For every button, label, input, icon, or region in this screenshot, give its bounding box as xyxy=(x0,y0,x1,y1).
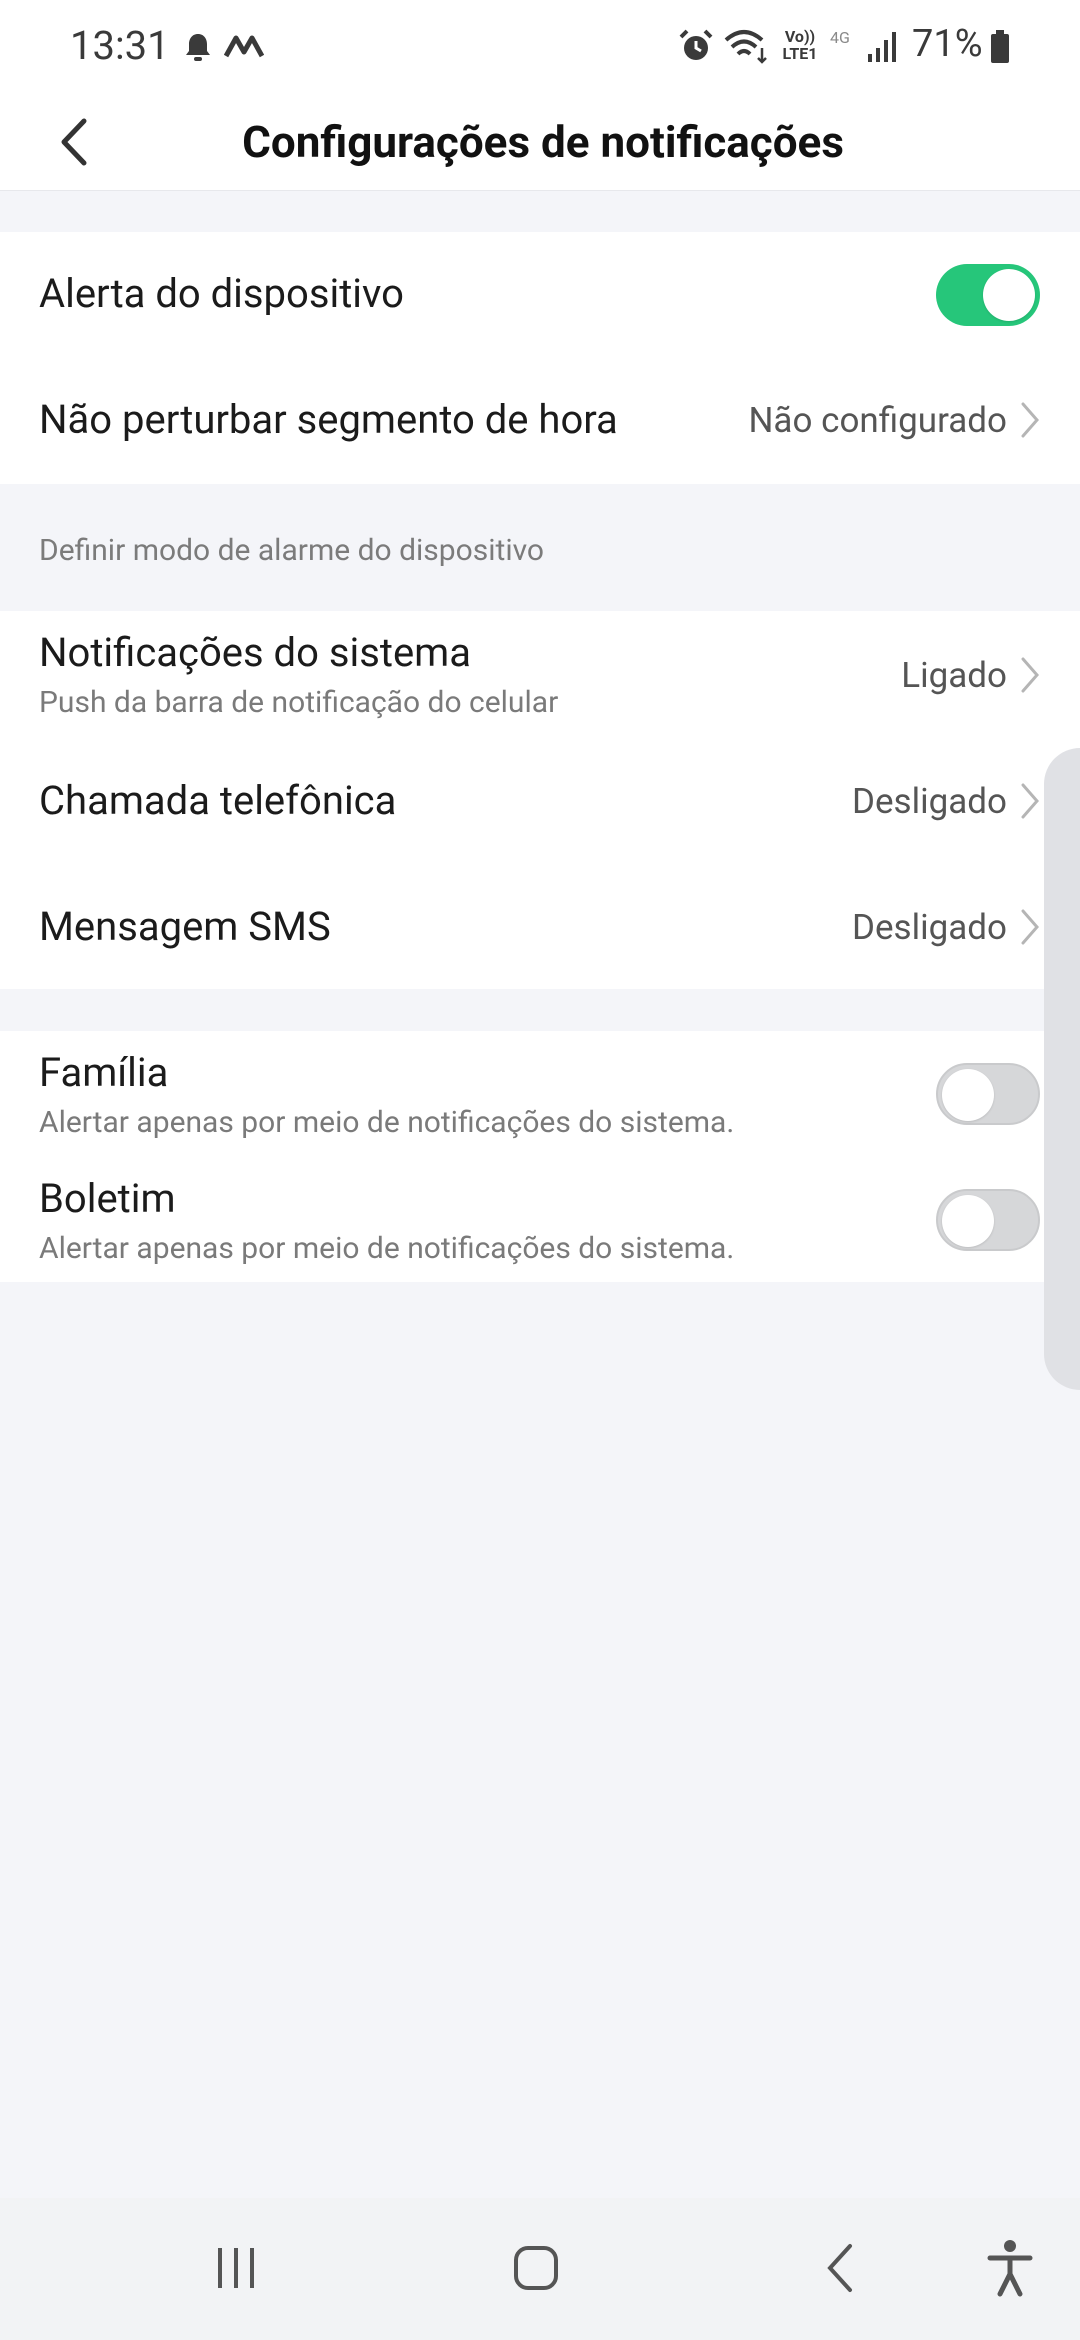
system-notifications-row[interactable]: Notificações do sistema Push da barra de… xyxy=(0,611,1080,737)
family-row: Família Alertar apenas por meio de notif… xyxy=(0,1031,1080,1157)
chevron-right-icon xyxy=(1021,402,1039,438)
family-toggle[interactable] xyxy=(936,1063,1040,1125)
battery-percent: 71% xyxy=(912,22,983,66)
4g-icon: 4G xyxy=(830,28,850,47)
page-title: Configurações de notificações xyxy=(242,116,844,168)
categories-card: Família Alertar apenas por meio de notif… xyxy=(0,1031,1080,1282)
phone-call-row[interactable]: Chamada telefônica Desligado xyxy=(0,737,1080,863)
chevron-right-icon xyxy=(1021,783,1039,819)
device-alert-label: Alerta do dispositivo xyxy=(39,270,404,317)
home-icon[interactable] xyxy=(510,2242,562,2294)
family-label: Família xyxy=(39,1049,169,1096)
device-settings-card: Alerta do dispositivo Não perturbar segm… xyxy=(0,232,1080,484)
accessibility-icon[interactable] xyxy=(986,2238,1034,2298)
sms-row[interactable]: Mensagem SMS Desligado xyxy=(0,863,1080,989)
scrollbar-handle[interactable] xyxy=(1044,748,1080,1390)
volte-icon: Vo)) LTE1 xyxy=(782,27,818,63)
system-notifications-subtitle: Push da barra de notificação do celular xyxy=(39,685,559,720)
bell-icon xyxy=(186,34,210,61)
dnd-value: Não configurado xyxy=(748,400,1007,441)
wifi-icon xyxy=(724,30,767,64)
toggle-knob xyxy=(983,269,1035,321)
app-header: Configurações de notificações xyxy=(0,95,1080,191)
alarm-mode-section-title: Definir modo de alarme do dispositivo xyxy=(39,533,545,568)
chevron-right-icon xyxy=(1021,909,1039,945)
device-alert-toggle[interactable] xyxy=(936,264,1040,326)
phone-call-value: Desligado xyxy=(851,781,1007,822)
bulletin-label: Boletim xyxy=(39,1175,176,1222)
recents-icon[interactable] xyxy=(212,2240,260,2296)
bulletin-toggle[interactable] xyxy=(936,1189,1040,1251)
bulletin-subtitle: Alertar apenas por meio de notificações … xyxy=(39,1231,735,1266)
sms-value: Desligado xyxy=(851,907,1007,948)
system-nav-bar xyxy=(0,2198,1080,2340)
system-notifications-label: Notificações do sistema xyxy=(39,629,471,676)
family-subtitle: Alertar apenas por meio de notificações … xyxy=(39,1105,735,1140)
signal-icon xyxy=(868,32,896,62)
device-alert-row: Alerta do dispositivo xyxy=(0,232,1080,358)
back-icon[interactable] xyxy=(820,2240,860,2296)
status-time: 13:31 xyxy=(70,22,170,69)
sms-label: Mensagem SMS xyxy=(39,903,331,950)
dnd-row[interactable]: Não perturbar segmento de hora Não confi… xyxy=(0,358,1080,484)
toggle-knob xyxy=(942,1069,994,1121)
toggle-knob xyxy=(942,1195,994,1247)
chevron-right-icon xyxy=(1021,657,1039,693)
status-bar: 13:31 Vo)) LTE1 4G 71% xyxy=(0,0,1080,95)
bulletin-row: Boletim Alertar apenas por meio de notif… xyxy=(0,1157,1080,1282)
system-notifications-value: Ligado xyxy=(901,655,1007,696)
alarm-mode-card: Notificações do sistema Push da barra de… xyxy=(0,611,1080,989)
phone-call-label: Chamada telefônica xyxy=(39,777,397,824)
alarm-icon xyxy=(679,29,713,60)
battery-icon xyxy=(991,30,1009,63)
m-logo-icon xyxy=(224,35,264,58)
dnd-label: Não perturbar segmento de hora xyxy=(39,396,618,443)
